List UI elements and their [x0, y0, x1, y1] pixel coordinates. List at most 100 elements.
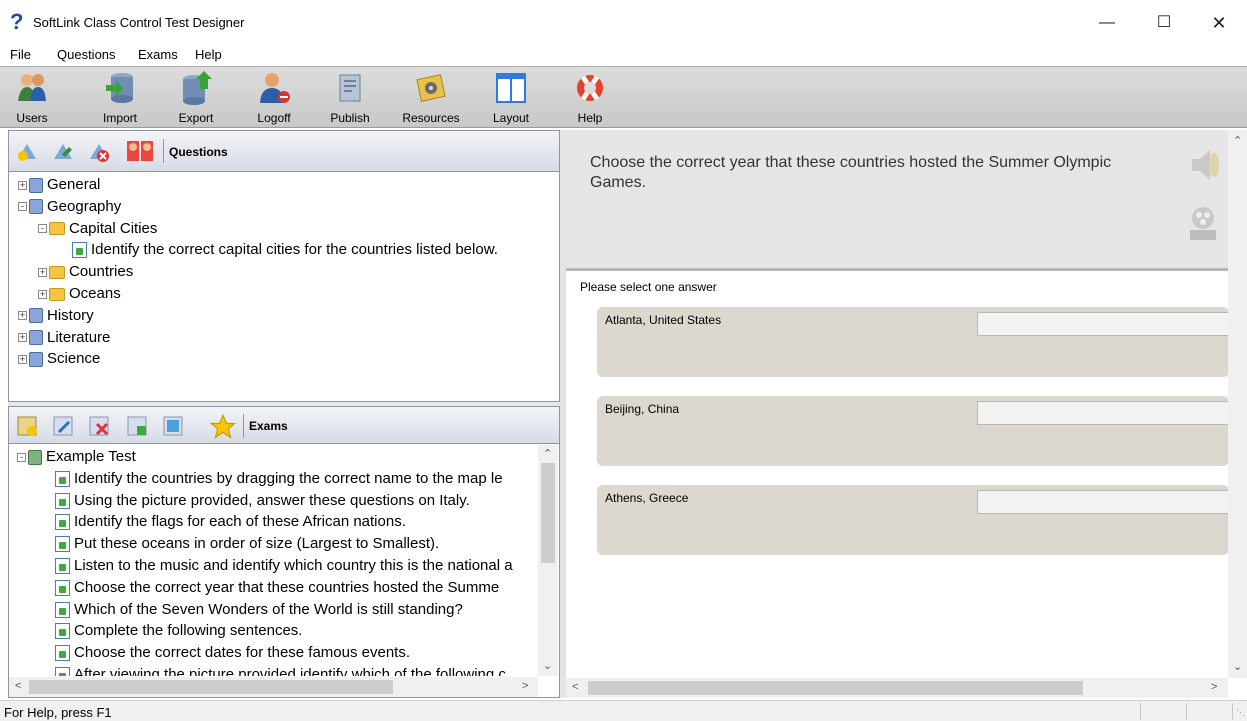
menu-questions[interactable]: Questions [57, 47, 116, 62]
minimize-button[interactable]: — [1084, 8, 1130, 38]
publish-label: Publish [330, 111, 370, 125]
exam-question-item[interactable]: Using the picture provided, answer these… [17, 490, 513, 512]
tree-node-countries[interactable]: + Countries [18, 261, 498, 283]
tree-node-history[interactable]: + History [18, 305, 498, 327]
logoff-user-icon [260, 73, 290, 103]
status-divider [1186, 703, 1187, 720]
expand-icon[interactable]: + [18, 311, 27, 321]
tree-node-science[interactable]: + Science [18, 348, 498, 370]
answer-option[interactable]: Atlanta, United States [597, 307, 1237, 377]
question-mark-icon: ? [10, 9, 24, 34]
help-button[interactable]: Help [570, 66, 610, 128]
tree-node-example-test[interactable]: - Example Test [17, 446, 513, 468]
question-document-icon [55, 579, 70, 596]
preview-exam-icon[interactable] [161, 414, 185, 438]
exams-horizontal-scrollbar[interactable]: < > [9, 677, 538, 697]
scroll-right-icon[interactable]: > [1211, 681, 1217, 693]
answer-input[interactable] [977, 312, 1237, 336]
layout-button[interactable]: Layout [486, 66, 536, 128]
logoff-label: Logoff [257, 111, 291, 125]
header-divider [163, 139, 164, 163]
scroll-up-icon[interactable]: ⌃ [1233, 134, 1242, 147]
export-button[interactable]: Export [172, 66, 220, 128]
publish-button[interactable]: Publish [324, 66, 376, 128]
collapse-icon[interactable]: - [18, 202, 27, 212]
exam-users-icon[interactable] [125, 414, 149, 438]
exams-vertical-scrollbar[interactable]: ⌃ ⌄ [538, 445, 558, 676]
logoff-button[interactable]: Logoff [250, 66, 298, 128]
scroll-right-icon[interactable]: > [522, 680, 528, 692]
edit-question-icon[interactable] [51, 140, 75, 164]
close-button[interactable]: ✕ [1196, 8, 1242, 38]
exam-question-item[interactable]: After viewing the picture provided ident… [17, 664, 513, 676]
scroll-thumb[interactable] [588, 681, 1083, 695]
delete-question-icon[interactable] [87, 140, 111, 164]
exam-question-item[interactable]: Which of the Seven Wonders of the World … [17, 599, 513, 621]
edit-exam-icon[interactable] [51, 414, 75, 438]
exam-question-label: Listen to the music and identify which c… [74, 556, 513, 574]
new-question-icon[interactable] [15, 140, 39, 164]
preview-horizontal-scrollbar[interactable]: < > [566, 678, 1228, 698]
menu-help[interactable]: Help [195, 47, 222, 62]
tree-node-label: General [47, 176, 101, 193]
tree-node-oceans[interactable]: + Oceans [18, 283, 498, 305]
resize-grip-icon[interactable]: ⋱ [1236, 707, 1245, 718]
exam-question-label: Identify the flags for each of these Afr… [74, 513, 406, 531]
folder-icon [49, 287, 65, 301]
scroll-down-icon[interactable]: ⌄ [543, 659, 552, 672]
tree-node-literature[interactable]: + Literature [18, 327, 498, 349]
scroll-up-icon[interactable]: ⌃ [543, 447, 552, 460]
exam-question-item[interactable]: Identify the countries by dragging the c… [17, 468, 513, 490]
exam-icon [28, 449, 42, 465]
menu-file[interactable]: File [10, 47, 31, 62]
scroll-left-icon[interactable]: < [572, 681, 578, 693]
exam-question-item[interactable]: Identify the flags for each of these Afr… [17, 511, 513, 533]
preview-vertical-scrollbar[interactable]: ⌃ ⌄ [1228, 130, 1247, 678]
scroll-down-icon[interactable]: ⌄ [1233, 660, 1242, 673]
tree-node-label: Identify the correct capital cities for … [91, 241, 498, 259]
scroll-thumb[interactable] [541, 463, 555, 563]
tree-node-question[interactable]: Identify the correct capital cities for … [18, 239, 498, 261]
speaker-icon[interactable] [1188, 146, 1220, 184]
import-button[interactable]: Import [96, 66, 144, 128]
users-label: Users [16, 111, 48, 125]
menu-exams[interactable]: Exams [138, 47, 178, 62]
exam-question-label: Choose the correct year that these count… [74, 578, 500, 596]
collapse-icon[interactable]: - [17, 452, 26, 462]
expand-icon[interactable]: + [18, 180, 27, 190]
answer-input[interactable] [977, 490, 1237, 514]
tree-node-capital-cities[interactable]: - Capital Cities [18, 218, 498, 240]
expand-icon[interactable]: + [18, 354, 27, 364]
answer-label: Atlanta, United States [605, 313, 722, 327]
expand-icon[interactable]: + [38, 267, 47, 277]
scroll-track[interactable] [1231, 150, 1244, 650]
exam-question-item[interactable]: Choose the correct dates for these famou… [17, 642, 513, 664]
exam-question-item[interactable]: Put these oceans in order of size (Large… [17, 533, 513, 555]
favorite-star-icon[interactable] [209, 413, 237, 441]
resources-button[interactable]: Resources [396, 66, 466, 128]
maximize-button[interactable]: ☐ [1141, 8, 1187, 38]
answer-instruction: Please select one answer [580, 280, 717, 294]
answer-input[interactable] [977, 401, 1237, 425]
expand-icon[interactable]: + [18, 333, 27, 343]
exam-question-label: Choose the correct dates for these famou… [74, 644, 411, 662]
new-exam-icon[interactable] [15, 414, 39, 438]
answer-option[interactable]: Beijing, China [597, 396, 1237, 466]
question-users-icon[interactable] [125, 139, 155, 163]
expand-icon[interactable]: + [38, 289, 47, 299]
collapse-icon[interactable]: - [38, 224, 47, 234]
exam-question-item[interactable]: Listen to the music and identify which c… [17, 555, 513, 577]
exam-question-item[interactable]: Choose the correct year that these count… [17, 577, 513, 599]
scroll-left-icon[interactable]: < [15, 680, 21, 692]
answer-option[interactable]: Athens, Greece [597, 485, 1237, 555]
tree-node-general[interactable]: + General [18, 174, 498, 196]
film-reel-icon[interactable] [1186, 204, 1220, 242]
scroll-thumb[interactable] [29, 680, 393, 694]
users-button[interactable]: Users [8, 66, 56, 128]
tree-node-label: Capital Cities [69, 219, 158, 237]
delete-exam-icon[interactable] [87, 414, 111, 438]
tree-node-geography[interactable]: - Geography [18, 196, 498, 218]
tree-node-label: History [47, 306, 94, 324]
exam-question-item[interactable]: Complete the following sentences. [17, 620, 513, 642]
status-divider [1140, 703, 1141, 720]
